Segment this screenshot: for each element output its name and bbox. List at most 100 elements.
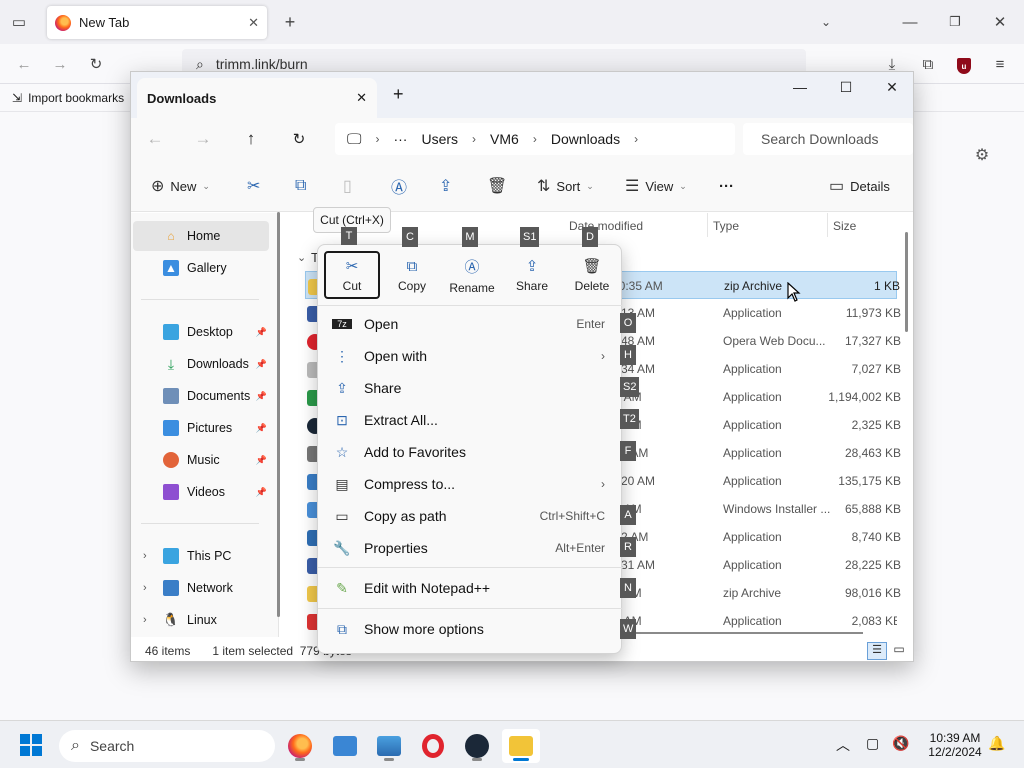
browser-tab[interactable]: New Tab ✕ — [47, 6, 267, 39]
pin-icon[interactable]: 📌 — [256, 455, 267, 466]
nav-documents[interactable]: Documents 📌 — [133, 381, 269, 411]
group-collapse-icon[interactable]: ⌄ — [297, 251, 306, 264]
menu-share[interactable]: ⇪ Share — [322, 373, 619, 403]
menu-open[interactable]: 7z Open Enter — [322, 309, 619, 339]
taskbar-app[interactable] — [372, 729, 406, 763]
extensions-icon[interactable]: ⧉ — [918, 54, 938, 74]
minimize-icon[interactable]: — — [777, 72, 823, 102]
column-type[interactable]: Type — [713, 219, 739, 233]
pin-icon[interactable]: 📌 — [256, 423, 267, 434]
rename-button[interactable]: Ⓐ — [391, 173, 407, 199]
vertical-scrollbar[interactable] — [905, 232, 908, 332]
expand-icon[interactable]: › — [143, 550, 147, 562]
copy-button[interactable]: ⧉ — [295, 173, 306, 199]
show-hidden-icons-chevron-up-icon[interactable]: ︿ — [836, 735, 850, 755]
horizontal-scrollbar[interactable] — [633, 632, 863, 634]
context-copy-button[interactable]: ⧉ Copy — [384, 251, 440, 299]
expand-icon[interactable]: › — [143, 582, 147, 594]
delete-button[interactable]: 🗑 — [487, 173, 507, 199]
column-size[interactable]: Size — [833, 219, 856, 233]
close-tab-icon[interactable]: ✕ — [248, 15, 259, 31]
nav-scrollbar[interactable] — [277, 212, 280, 617]
pin-icon[interactable]: 📌 — [256, 327, 267, 338]
pin-icon[interactable]: 📌 — [256, 391, 267, 402]
ublock-icon[interactable]: u — [954, 56, 974, 76]
close-window-icon[interactable]: ✕ — [990, 12, 1010, 32]
network-status-icon[interactable]: ▢ — [866, 735, 879, 752]
start-button[interactable] — [20, 734, 42, 756]
nav-home[interactable]: ⌂ Home — [133, 221, 269, 251]
nav-videos[interactable]: Videos 📌 — [133, 477, 269, 507]
nav-network[interactable]: › Network — [133, 573, 269, 603]
context-delete-button[interactable]: 🗑 Delete — [564, 251, 620, 299]
see-more-button[interactable]: ··· — [719, 173, 734, 199]
import-bookmarks-link[interactable]: Import bookmarks — [28, 91, 124, 105]
context-cut-button[interactable]: ✂ Cut — [324, 251, 380, 299]
context-rename-button[interactable]: Ⓐ Rename — [444, 251, 500, 299]
cut-button[interactable]: ✂ — [247, 173, 260, 199]
system-clock[interactable]: 10:39 AM 12/2/2024 — [920, 731, 990, 759]
view-button[interactable]: ☰ View ⌄ — [625, 173, 687, 199]
nav-this-pc[interactable]: › This PC — [133, 541, 269, 571]
taskbar-opera[interactable] — [416, 729, 450, 763]
chevron-right-icon[interactable]: › — [472, 132, 476, 146]
restore-icon[interactable]: ❐ — [945, 12, 965, 32]
tiles-view-icon[interactable]: ▭ — [891, 642, 907, 660]
minimize-icon[interactable]: — — [900, 12, 920, 32]
notification-bell-icon[interactable]: 🔔 — [988, 735, 1005, 752]
taskbar-search[interactable]: ⌕ Search — [59, 730, 275, 762]
details-pane-button[interactable]: ▭ Details — [829, 173, 890, 199]
sort-button[interactable]: ⇅ Sort ⌄ — [537, 173, 594, 199]
settings-gear-icon[interactable]: ⚙ — [972, 145, 992, 165]
details-view-icon[interactable]: ☰ — [867, 642, 887, 660]
column-divider[interactable] — [827, 213, 828, 237]
maximize-icon[interactable]: ☐ — [823, 72, 869, 102]
chevron-right-icon[interactable]: › — [533, 132, 537, 146]
back-icon[interactable]: ← — [14, 54, 34, 74]
up-icon[interactable]: ↑ — [227, 129, 275, 149]
search-input[interactable]: Search Downloads — [743, 123, 913, 155]
list-all-tabs-icon[interactable]: ⌄ — [816, 12, 836, 32]
menu-properties[interactable]: 🔧 Properties Alt+Enter — [322, 533, 619, 563]
pin-icon[interactable]: 📌 — [256, 487, 267, 498]
menu-icon[interactable]: ≡ — [990, 54, 1010, 74]
new-tab-icon[interactable]: + — [393, 84, 404, 105]
nav-desktop[interactable]: Desktop 📌 — [133, 317, 269, 347]
new-tab-button[interactable]: + — [280, 12, 300, 32]
refresh-icon[interactable]: ↻ — [275, 130, 323, 148]
nav-pictures[interactable]: Pictures 📌 — [133, 413, 269, 443]
address-bar[interactable]: 🖵 › ··· Users › VM6 › Downloads › — [335, 123, 735, 155]
taskbar-file-explorer-pinned[interactable] — [328, 729, 362, 763]
forward-icon[interactable]: → — [50, 54, 70, 74]
menu-copy-as-path[interactable]: ▭ Copy as path Ctrl+Shift+C — [322, 501, 619, 531]
breadcrumb-downloads[interactable]: Downloads — [551, 131, 620, 147]
menu-add-to-favorites[interactable]: ☆ Add to Favorites — [322, 437, 619, 467]
breadcrumb-vm6[interactable]: VM6 — [490, 131, 519, 147]
menu-show-more-options[interactable]: ⧉ Show more options — [322, 614, 619, 644]
computer-icon[interactable]: 🖵 — [347, 131, 361, 148]
nav-linux[interactable]: › 🐧 Linux — [133, 605, 269, 635]
paste-button[interactable]: ▯ — [343, 173, 352, 199]
breadcrumb-users[interactable]: Users — [421, 131, 458, 147]
tab-list-icon[interactable]: ▭ — [8, 12, 30, 32]
new-button[interactable]: ⊕ New ⌄ — [151, 173, 210, 199]
nav-music[interactable]: Music 📌 — [133, 445, 269, 475]
close-window-icon[interactable]: ✕ — [869, 72, 913, 102]
pin-icon[interactable]: 📌 — [256, 359, 267, 370]
column-date-modified[interactable]: Date modified — [569, 219, 643, 233]
explorer-tab[interactable]: Downloads ✕ — [137, 78, 377, 118]
nav-gallery[interactable]: ▲ Gallery — [133, 253, 269, 283]
menu-compress-to[interactable]: ▤ Compress to... › — [322, 469, 619, 499]
share-button[interactable]: ⇪ — [439, 173, 452, 199]
nav-downloads[interactable]: ⤓ Downloads 📌 — [133, 349, 269, 379]
reload-icon[interactable]: ↻ — [86, 54, 106, 74]
menu-open-with[interactable]: ⋮ Open with › — [322, 341, 619, 371]
taskbar-firefox[interactable] — [283, 729, 317, 763]
taskbar-file-explorer[interactable] — [502, 729, 540, 763]
menu-edit-notepad[interactable]: ✎ Edit with Notepad++ — [322, 573, 619, 603]
chevron-right-icon[interactable]: › — [634, 132, 638, 146]
forward-icon[interactable]: → — [179, 129, 227, 149]
taskbar-steam[interactable] — [460, 729, 494, 763]
chevron-right-icon[interactable]: › — [375, 132, 379, 146]
volume-muted-icon[interactable]: 🔇 — [892, 735, 909, 752]
